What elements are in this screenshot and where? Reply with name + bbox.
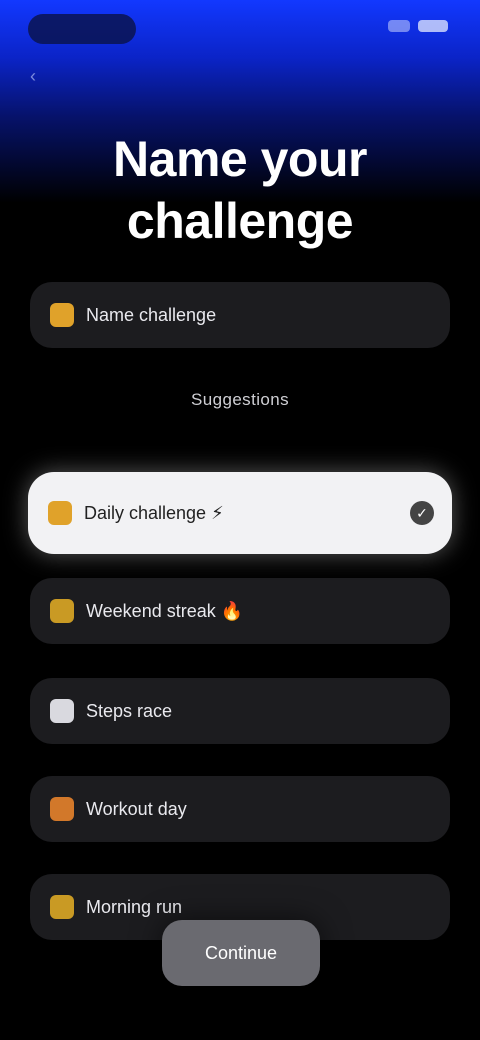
option-item-2[interactable]: Steps race bbox=[30, 678, 450, 744]
option-item-3[interactable]: Workout day bbox=[30, 776, 450, 842]
spark-icon bbox=[48, 501, 72, 525]
spark-icon bbox=[50, 303, 74, 327]
continue-button[interactable]: Continue bbox=[162, 920, 320, 986]
title-line-2: challenge bbox=[126, 193, 354, 249]
chevron-left-icon[interactable]: ‹ bbox=[30, 66, 50, 86]
challenge-name-screen: ‹ Name your challenge Name challenge Sug… bbox=[0, 0, 480, 1040]
signal-icon bbox=[388, 20, 410, 32]
custom-name-option[interactable]: Name challenge bbox=[30, 282, 450, 348]
option-item-1[interactable]: Weekend streak 🔥 bbox=[30, 578, 450, 644]
custom-name-label: Name challenge bbox=[86, 304, 217, 325]
option-item-0[interactable]: Daily challenge ⚡ ✓ bbox=[28, 472, 452, 554]
page-title: Name your challenge bbox=[0, 128, 480, 252]
spark-icon bbox=[50, 599, 74, 623]
battery-icon bbox=[418, 20, 448, 32]
status-indicators bbox=[388, 20, 448, 32]
section-heading: Suggestions bbox=[191, 390, 289, 409]
title-line-1: Name your bbox=[113, 131, 367, 187]
check-icon: ✓ bbox=[410, 501, 434, 525]
option-label: Weekend streak 🔥 bbox=[86, 600, 244, 621]
flame-icon bbox=[50, 797, 74, 821]
shoe-icon bbox=[50, 699, 74, 723]
status-pill bbox=[28, 14, 136, 44]
option-label: Workout day bbox=[86, 798, 187, 819]
option-label: Morning run bbox=[86, 896, 183, 917]
option-label: Steps race bbox=[86, 700, 173, 721]
spark-icon bbox=[50, 895, 74, 919]
option-label: Daily challenge ⚡ bbox=[84, 502, 224, 523]
status-bar bbox=[0, 0, 480, 60]
